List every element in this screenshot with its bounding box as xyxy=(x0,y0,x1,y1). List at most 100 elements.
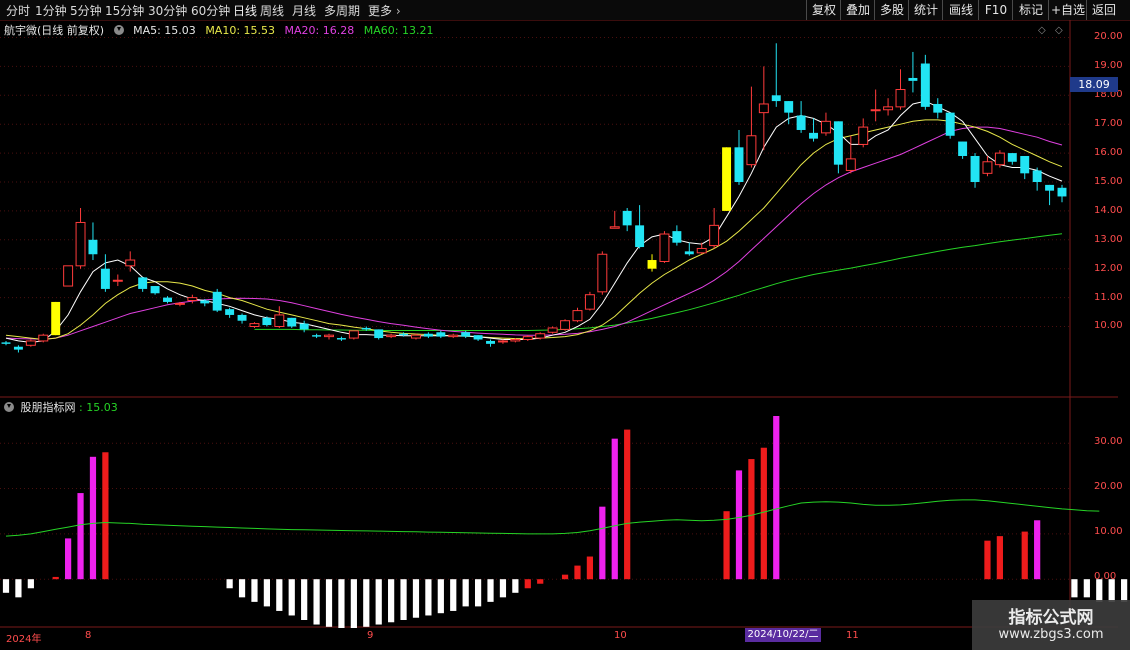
tab-60min[interactable]: 60分钟 xyxy=(191,2,230,19)
candle-body xyxy=(25,340,36,346)
candle-body xyxy=(622,210,632,226)
candle-body xyxy=(895,89,906,108)
candle-body xyxy=(609,226,620,229)
indicator-bar xyxy=(462,579,469,607)
candle-body xyxy=(174,302,185,305)
candle-body xyxy=(820,120,831,134)
candle-body xyxy=(138,277,148,289)
tab-15min[interactable]: 15分钟 xyxy=(105,2,144,19)
candle-body xyxy=(312,335,322,337)
crosshair-date-label: 2024/10/22/二 xyxy=(745,628,821,642)
indicator-bar xyxy=(263,579,270,607)
candle-body xyxy=(112,279,123,282)
watermark: 指标公式网 www.zbgs3.com xyxy=(972,600,1130,650)
candle-body xyxy=(237,314,247,321)
candle-body xyxy=(672,231,682,243)
candle-body xyxy=(150,286,160,294)
candle-body xyxy=(722,147,732,211)
candle-body xyxy=(324,334,334,338)
indicator-bar xyxy=(537,579,544,584)
draw-line-button[interactable]: 画线 xyxy=(942,0,979,20)
ma20-line xyxy=(5,126,1063,340)
candle-body xyxy=(758,103,769,114)
candle-body xyxy=(125,259,136,267)
overlay-button[interactable]: 叠加 xyxy=(840,0,875,20)
indicator-bar xyxy=(984,540,991,580)
indicator-bar xyxy=(599,506,606,580)
candle-body xyxy=(336,338,346,340)
indicator-bar xyxy=(499,579,507,598)
indicator-bar xyxy=(1021,531,1028,580)
multi-stock-button[interactable]: 多股 xyxy=(874,0,909,20)
date-axis: 2024年 8 9 10 2024/10/22/二 11 xyxy=(0,628,1070,645)
candle-body xyxy=(970,155,980,182)
candle-body xyxy=(386,334,397,338)
candle-body xyxy=(411,334,421,339)
tab-multi-period[interactable]: 多周期 xyxy=(324,2,360,19)
indicator-bar xyxy=(375,579,382,625)
tab-weekly[interactable]: 周线 xyxy=(260,2,284,19)
indicator-bar xyxy=(251,579,258,602)
back-button[interactable]: 返回 xyxy=(1086,0,1121,20)
stats-button[interactable]: 统计 xyxy=(908,0,943,20)
tab-more[interactable]: 更多 xyxy=(368,2,401,19)
candle-body xyxy=(1007,153,1017,162)
candle-body xyxy=(212,291,222,311)
indicator-bar xyxy=(2,579,10,593)
indicator-bar xyxy=(325,579,333,627)
indicator-bar xyxy=(996,536,1003,580)
candle-body xyxy=(200,300,210,304)
candle-body xyxy=(870,109,881,112)
current-price-tag: 18.09 xyxy=(1070,77,1118,92)
indicator-bar xyxy=(350,579,357,628)
candle-body xyxy=(249,323,260,327)
indicator-bar xyxy=(574,565,581,580)
candle-body xyxy=(299,323,309,330)
indicator-line xyxy=(5,499,1100,537)
indicator-bar xyxy=(301,579,308,620)
candle-body xyxy=(920,63,930,107)
candle-body xyxy=(845,158,856,171)
f10-button[interactable]: F10 xyxy=(978,0,1013,20)
indicator-bar xyxy=(524,579,531,589)
indicator-bar xyxy=(1034,520,1041,580)
indicator-bar xyxy=(1108,579,1115,602)
tab-fenshi[interactable]: 分时 xyxy=(6,2,30,19)
indicator-bar xyxy=(624,429,631,580)
candle-body xyxy=(374,329,384,339)
indicator-bar xyxy=(388,579,395,623)
tab-5min[interactable]: 5分钟 xyxy=(70,2,102,19)
candle-body xyxy=(784,101,794,113)
candle-body xyxy=(486,340,495,344)
candle-body xyxy=(100,268,110,289)
candle-body xyxy=(399,333,409,336)
candle-body xyxy=(547,327,558,333)
indicator-bar xyxy=(363,579,370,627)
candle-body xyxy=(348,330,359,339)
tab-monthly[interactable]: 月线 xyxy=(292,2,316,19)
candle-body xyxy=(423,333,433,337)
tab-1min[interactable]: 1分钟 xyxy=(35,2,67,19)
date-label: 9 xyxy=(367,630,374,641)
side-panel-strip[interactable] xyxy=(1118,20,1130,640)
fuquan-button[interactable]: 复权 xyxy=(806,0,841,20)
candle-body xyxy=(510,339,521,342)
candle-body xyxy=(883,106,894,111)
indicator-bar xyxy=(1083,579,1090,598)
add-watchlist-button[interactable]: +自选 xyxy=(1048,0,1087,20)
indicator-bar xyxy=(450,579,457,611)
tab-30min[interactable]: 30分钟 xyxy=(148,2,187,19)
indicator-bar xyxy=(723,511,730,580)
candle-body xyxy=(584,294,595,310)
date-label: 11 xyxy=(846,630,859,641)
candle-body xyxy=(88,239,98,255)
tab-daily[interactable]: 日线 xyxy=(233,2,257,19)
candle-body xyxy=(448,334,459,338)
indicator-bar xyxy=(611,438,618,580)
ma60-line xyxy=(254,233,1063,331)
candle-body xyxy=(696,247,707,254)
mark-button[interactable]: 标记 xyxy=(1012,0,1049,20)
candle-body xyxy=(994,152,1005,166)
indicator-bar xyxy=(1071,579,1078,598)
indicator-bar xyxy=(65,538,72,580)
